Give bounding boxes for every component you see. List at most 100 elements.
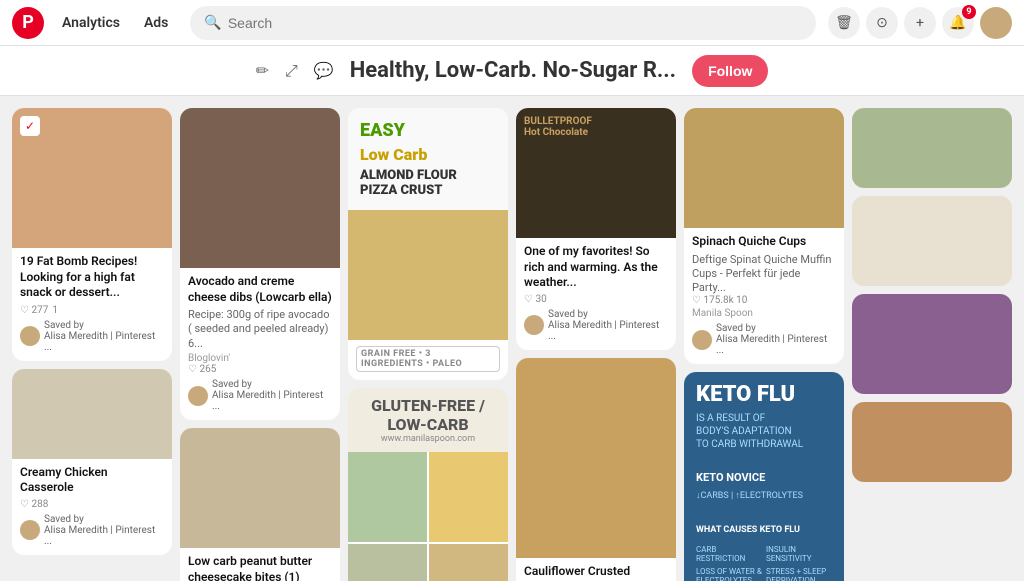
saved-by: Saved byAlisa Meredith | Pinterest ... <box>692 323 836 356</box>
pin-image <box>852 196 1012 286</box>
pin-avatar <box>20 520 40 540</box>
pins-grid: ✓ 19 Fat Bomb Recipes! Looking for a hig… <box>12 108 1012 581</box>
saved-by-text: Saved byAlisa Meredith | Pinterest ... <box>44 514 164 547</box>
nav-icons: 🗑 ⊙ + 🔔 9 <box>828 7 1012 39</box>
edit-icon[interactable]: ✏ <box>256 61 269 80</box>
pin-info: Spinach Quiche Cups Deftige Spinat Quich… <box>684 228 844 364</box>
pin-title: Spinach Quiche Cups <box>692 234 836 250</box>
nav-links: Analytics Ads <box>52 9 178 37</box>
pin-title: Avocado and creme cheese dibs (Lowcarb e… <box>188 274 332 305</box>
pin-card[interactable]: KETO FLU IS A RESULT OFBODY'S ADAPTATION… <box>684 372 844 581</box>
keto-causes-grid: CARB RESTRICTION INSULIN SENSITIVITY LOS… <box>696 545 832 581</box>
cause-sleep: STRESS + SLEEPDEPRIVATION <box>766 567 832 581</box>
saved-by: Saved byAlisa Meredith | Pinterest ... <box>188 379 332 412</box>
board-title: Healthy, Low-Carb. No-Sugar R... <box>350 58 676 83</box>
pin-avatar <box>20 326 40 346</box>
search-input[interactable] <box>228 15 802 31</box>
pin-card[interactable]: Low carb peanut butter cheesecake bites … <box>180 428 340 581</box>
saved-by: Saved byAlisa Meredith | Pinterest ... <box>20 514 164 547</box>
pin-title: 19 Fat Bomb Recipes! Looking for a high … <box>20 254 164 301</box>
top-navigation: P Analytics Ads 🔍 🗑 ⊙ + 🔔 9 <box>0 0 1024 46</box>
pin-stats: ♡ 265 <box>188 364 332 375</box>
grid-source: www.manilaspoon.com <box>356 434 500 444</box>
pin-image <box>12 369 172 459</box>
grid-cell <box>429 452 508 542</box>
pin-card[interactable]: Creamy Chicken Casserole ♡ 288 Saved byA… <box>12 369 172 555</box>
pin-stats: ♡ 277 <box>20 305 48 316</box>
board-header-actions: ✏ ⤢ 💬 <box>256 61 334 81</box>
saved-by: Saved byAlisa Meredith | Pinterest ... <box>20 320 164 353</box>
pin-info: Avocado and creme cheese dibs (Lowcarb e… <box>180 268 340 420</box>
board-header: ✏ ⤢ 💬 Healthy, Low-Carb. No-Sugar R... F… <box>0 46 1024 96</box>
search-bar: 🔍 <box>190 6 816 40</box>
pin-card[interactable]: Spinach Quiche Cups Deftige Spinat Quich… <box>684 108 844 364</box>
user-avatar[interactable] <box>980 7 1012 39</box>
trash-button[interactable]: 🗑 <box>828 7 860 39</box>
pin-desc: Deftige Spinat Quiche Muffin Cups - Perf… <box>692 253 836 296</box>
gluten-label: GLUTEN-FREE / LOW-CARB <box>356 396 500 434</box>
keto-infographic: KETO FLU IS A RESULT OFBODY'S ADAPTATION… <box>684 372 844 581</box>
pin-title: Creamy Chicken Casserole <box>20 465 164 496</box>
keto-subtitle: IS A RESULT OFBODY'S ADAPTATIONTO CARB W… <box>696 412 832 451</box>
pin-card[interactable]: EASY Low Carb ALMOND FLOUR PIZZA CRUST G… <box>348 108 508 380</box>
cause-carb: CARB RESTRICTION <box>696 545 762 563</box>
pin-avatar <box>524 315 544 335</box>
pin-source: Manila Spoon <box>692 308 836 319</box>
pin-card[interactable]: BULLETPROOFHot Chocolate One of my favor… <box>516 108 676 350</box>
main-content: ✓ 19 Fat Bomb Recipes! Looking for a hig… <box>0 96 1024 581</box>
pin-desc: Recipe: 300g of ripe avocado ( seeded an… <box>188 308 332 351</box>
chrome-button[interactable]: ⊙ <box>866 7 898 39</box>
what-causes-label: WHAT CAUSES KETO FLU <box>696 525 832 535</box>
pin-info: 19 Fat Bomb Recipes! Looking for a high … <box>12 248 172 361</box>
pin-card[interactable] <box>852 402 1012 482</box>
cause-insulin: INSULIN SENSITIVITY <box>766 545 832 563</box>
pinterest-logo[interactable]: P <box>12 7 44 39</box>
pin-image <box>852 108 1012 188</box>
pin-card[interactable]: GLUTEN-FREE / LOW-CARB www.manilaspoon.c… <box>348 388 508 581</box>
grain-free-label: GRAIN FREE • 3 INGREDIENTS • PALEO <box>356 346 500 372</box>
saved-by-text: Saved byAlisa Meredith | Pinterest ... <box>716 323 836 356</box>
pin-info: GRAIN FREE • 3 INGREDIENTS • PALEO <box>348 340 508 380</box>
notification-badge: 9 <box>962 5 976 19</box>
saved-by-text: Saved byAlisa Meredith | Pinterest ... <box>212 379 332 412</box>
grid-cell <box>429 544 508 581</box>
pin-card[interactable]: ✓ 19 Fat Bomb Recipes! Looking for a hig… <box>12 108 172 361</box>
pin-meta: ♡ 277 1 <box>20 305 164 316</box>
saved-by-text: Saved byAlisa Meredith | Pinterest ... <box>44 320 164 353</box>
keto-title: KETO FLU <box>696 384 832 406</box>
pin-title: Low carb peanut butter cheesecake bites … <box>188 554 332 581</box>
pin-avatar <box>188 386 208 406</box>
pin-card[interactable] <box>852 108 1012 188</box>
pin-stats: ♡ 288 <box>20 499 164 510</box>
analytics-link[interactable]: Analytics <box>52 9 130 37</box>
grid-cell <box>348 452 427 542</box>
notification-button[interactable]: 🔔 9 <box>942 7 974 39</box>
pin-heart: 1 <box>52 305 58 316</box>
search-icon: 🔍 <box>204 15 221 31</box>
pin-info: One of my favorites! So rich and warming… <box>516 238 676 350</box>
pin-info: Cauliflower Crusted Grilled Cheese Sandw… <box>516 558 676 581</box>
comment-icon[interactable]: 💬 <box>314 61 334 80</box>
pin-image-grid <box>348 452 508 581</box>
pin-avatar <box>692 330 712 350</box>
pin-info: Low carb peanut butter cheesecake bites … <box>180 548 340 581</box>
grid-cell <box>348 544 427 581</box>
pin-card[interactable] <box>852 294 1012 394</box>
easy-text: EASY <box>360 120 496 141</box>
bulletproof-label: BULLETPROOFHot Chocolate <box>516 108 676 146</box>
pin-image: BULLETPROOFHot Chocolate <box>516 108 676 238</box>
pin-image <box>180 108 340 268</box>
pin-card[interactable]: Avocado and creme cheese dibs (Lowcarb e… <box>180 108 340 420</box>
pin-info: Creamy Chicken Casserole ♡ 288 Saved byA… <box>12 459 172 555</box>
pin-card[interactable] <box>852 196 1012 286</box>
pin-card[interactable]: Cauliflower Crusted Grilled Cheese Sandw… <box>516 358 676 581</box>
pin-image <box>180 428 340 548</box>
move-icon[interactable]: ⤢ <box>285 61 298 81</box>
pin-image <box>684 108 844 228</box>
pin-image <box>348 210 508 340</box>
ads-link[interactable]: Ads <box>134 9 178 37</box>
pin-title: One of my favorites! So rich and warming… <box>524 244 668 291</box>
follow-button[interactable]: Follow <box>692 55 768 87</box>
add-button[interactable]: + <box>904 7 936 39</box>
keto-macros: ↓CARBS | ↑ELECTROLYTES <box>696 490 832 501</box>
